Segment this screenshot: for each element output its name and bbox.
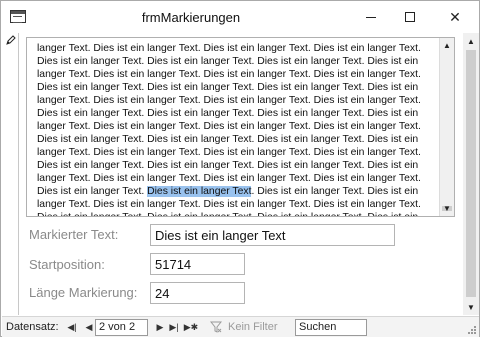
scroll-up-arrow-icon[interactable]: ▲	[440, 38, 454, 53]
first-record-icon[interactable]: ◀|	[66, 320, 78, 334]
text-before-selection: langer Text. Dies ist ein langer Text. D…	[37, 43, 424, 197]
resize-grip-icon[interactable]	[467, 325, 477, 335]
markierter-text-field[interactable]: Dies ist ein langer Text	[150, 224, 395, 246]
long-text-box[interactable]: langer Text. Dies ist ein langer Text. D…	[26, 37, 455, 217]
markierter-text-label: Markierter Text:	[29, 227, 119, 242]
close-button[interactable]: ✕	[433, 1, 477, 33]
window-title: frmMarkierungen	[141, 10, 241, 25]
form-scroll-down-icon[interactable]: ▼	[463, 299, 479, 315]
maximize-icon	[405, 12, 415, 22]
kein-filter-button[interactable]: Kein Filter	[228, 321, 278, 333]
access-form-window: frmMarkierungen ✕ langer Text. Dies ist …	[0, 0, 480, 337]
laenge-markierung-label: Länge Markierung:	[29, 285, 138, 300]
form-scroll-up-icon[interactable]: ▲	[463, 33, 479, 49]
record-selector[interactable]	[2, 33, 19, 315]
previous-record-icon[interactable]: ◀	[83, 320, 95, 334]
pencil-icon	[6, 35, 16, 45]
close-icon: ✕	[449, 8, 461, 25]
datensatz-label: Datensatz:	[6, 321, 59, 333]
next-record-icon[interactable]: ▶	[154, 320, 166, 334]
search-input[interactable]: Suchen	[295, 319, 367, 336]
maximize-button[interactable]	[388, 1, 432, 33]
scroll-down-arrow-icon[interactable]: ▼	[440, 201, 454, 216]
long-text-content[interactable]: langer Text. Dies ist ein langer Text. D…	[37, 42, 437, 216]
current-record-field[interactable]: 2 von 2	[95, 319, 148, 336]
form-scroll-thumb[interactable]	[466, 50, 476, 297]
last-record-icon[interactable]: ▶|	[168, 320, 180, 334]
minimize-icon	[366, 16, 376, 18]
filter-icon	[210, 321, 222, 333]
form-scrollbar[interactable]: ▲ ▼	[463, 33, 479, 315]
record-navigation-bar: Datensatz: ◀| ◀ 2 von 2 ▶ ▶| ▶✱ Kein Fil…	[2, 316, 479, 337]
startposition-label: Startposition:	[29, 257, 105, 272]
new-record-icon[interactable]: ▶✱	[184, 320, 198, 334]
text-selection: Dies ist ein langer Text	[147, 186, 252, 197]
minimize-button[interactable]	[349, 1, 393, 33]
startposition-field[interactable]: 51714	[150, 253, 245, 275]
title-bar[interactable]: frmMarkierungen ✕	[1, 1, 479, 33]
text-scrollbar[interactable]: ▲ ▼	[439, 38, 454, 216]
laenge-markierung-field[interactable]: 24	[150, 282, 245, 304]
